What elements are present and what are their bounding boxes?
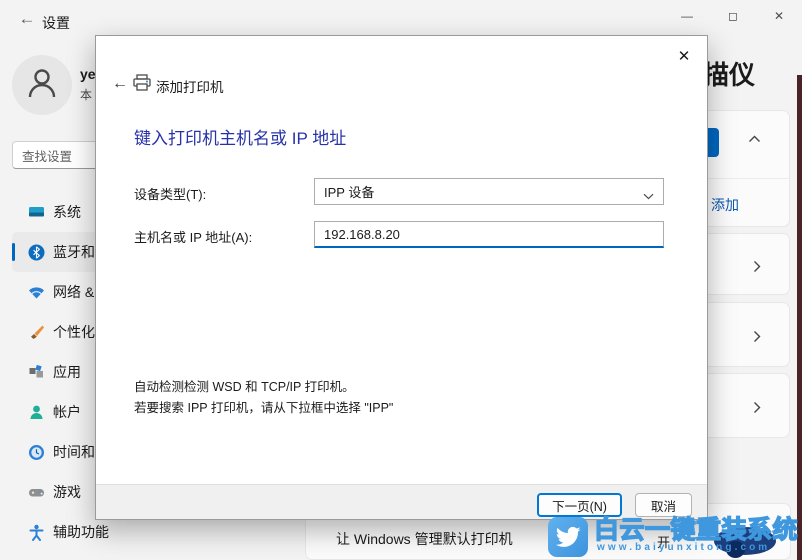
dialog-back-button[interactable]: ← — [108, 72, 132, 96]
accounts-icon — [28, 404, 45, 421]
user-avatar[interactable] — [12, 55, 72, 115]
sidebar-item-label: 系统 — [53, 204, 81, 220]
paintbrush-icon — [28, 324, 45, 341]
device-type-select[interactable]: IPP 设备 — [314, 178, 664, 205]
printer-icon — [133, 74, 151, 96]
wizard-heading: 键入打印机主机名或 IP 地址 — [134, 129, 347, 148]
device-type-label: 设备类型(T): — [134, 187, 207, 202]
accessibility-icon — [28, 524, 45, 541]
clock-icon — [28, 444, 45, 461]
sidebar-item-time[interactable]: 时间和 — [0, 432, 110, 472]
sidebar-item-accounts[interactable]: 帐户 — [0, 392, 110, 432]
bird-logo-icon — [548, 517, 588, 557]
search-placeholder: 查找设置 — [22, 149, 73, 164]
gamepad-icon — [28, 484, 45, 501]
hostname-input[interactable] — [314, 221, 664, 248]
page-title: 描仪 — [703, 60, 756, 90]
add-manually-link[interactable]: 添加 — [711, 195, 739, 215]
apps-icon — [28, 364, 45, 381]
system-icon — [28, 204, 45, 221]
sidebar-item-label: 蓝牙和 — [53, 244, 95, 260]
collapse-chevron[interactable] — [748, 135, 761, 143]
watermark: 白云一键重装系统 www.baiyunxitong.com — [546, 508, 802, 560]
sidebar-item-label: 网络 & — [53, 284, 95, 300]
dialog-title: 添加打印机 — [156, 80, 224, 95]
hostname-label: 主机名或 IP 地址(A): — [134, 230, 253, 245]
sidebar-item-label: 时间和 — [53, 444, 95, 460]
default-printer-label: 让 Windows 管理默认打印机 — [336, 531, 513, 547]
sidebar-item-apps[interactable]: 应用 — [0, 352, 110, 392]
chevron-right-icon — [753, 260, 761, 273]
sidebar-item-gaming[interactable]: 游戏 — [0, 472, 110, 512]
watermark-brand: 白云一键重装系统 — [593, 515, 799, 544]
window-controls: — ◻ ✕ — [664, 0, 802, 32]
user-account-type: 本 — [80, 88, 93, 102]
maximize-button[interactable]: ◻ — [710, 0, 756, 32]
chevron-right-icon — [753, 401, 761, 414]
chevron-down-icon — [634, 188, 654, 203]
sidebar-item-accessibility[interactable]: 辅助功能 — [0, 512, 110, 552]
settings-window-title: 设置 — [42, 15, 70, 31]
settings-sidebar: 系统 蓝牙和 网络 & 个性化 应用 帐户 时间和 游戏 辅助功能 — [0, 192, 110, 552]
screen-edge-strip — [797, 75, 802, 560]
wifi-icon — [28, 284, 45, 301]
hint-line-2: 若要搜索 IPP 打印机，请从下拉框中选择 "IPP" — [134, 401, 394, 415]
person-icon — [23, 64, 61, 107]
watermark-url: www.baiyunxitong.com — [597, 542, 771, 553]
sidebar-item-label: 帐户 — [53, 404, 81, 420]
settings-back-button[interactable]: ← — [14, 6, 40, 32]
sidebar-item-label: 辅助功能 — [53, 524, 109, 540]
sidebar-item-label: 个性化 — [53, 324, 95, 340]
chevron-right-icon — [753, 330, 761, 343]
screen: ← 设置 — ◻ ✕ ye 本 查找设置 系统 蓝牙和 网络 & 个性化 应用 … — [0, 0, 802, 560]
close-button[interactable]: ✕ — [756, 0, 802, 32]
minimize-button[interactable]: — — [664, 0, 710, 32]
sidebar-item-network[interactable]: 网络 & — [0, 272, 110, 312]
sidebar-item-label: 应用 — [53, 364, 81, 380]
device-type-value: IPP 设备 — [324, 185, 375, 200]
sidebar-item-personalization[interactable]: 个性化 — [0, 312, 110, 352]
sidebar-item-system[interactable]: 系统 — [0, 192, 110, 232]
selected-indicator — [12, 243, 15, 261]
hint-line-1: 自动检测检测 WSD 和 TCP/IP 打印机。 — [134, 380, 355, 394]
add-printer-dialog: ✕ ← 添加打印机 键入打印机主机名或 IP 地址 设备类型(T): IPP 设… — [95, 35, 708, 520]
sidebar-item-label: 游戏 — [53, 484, 81, 500]
dialog-close-button[interactable]: ✕ — [669, 42, 699, 70]
user-name: ye — [80, 66, 96, 82]
bluetooth-icon — [28, 244, 45, 261]
